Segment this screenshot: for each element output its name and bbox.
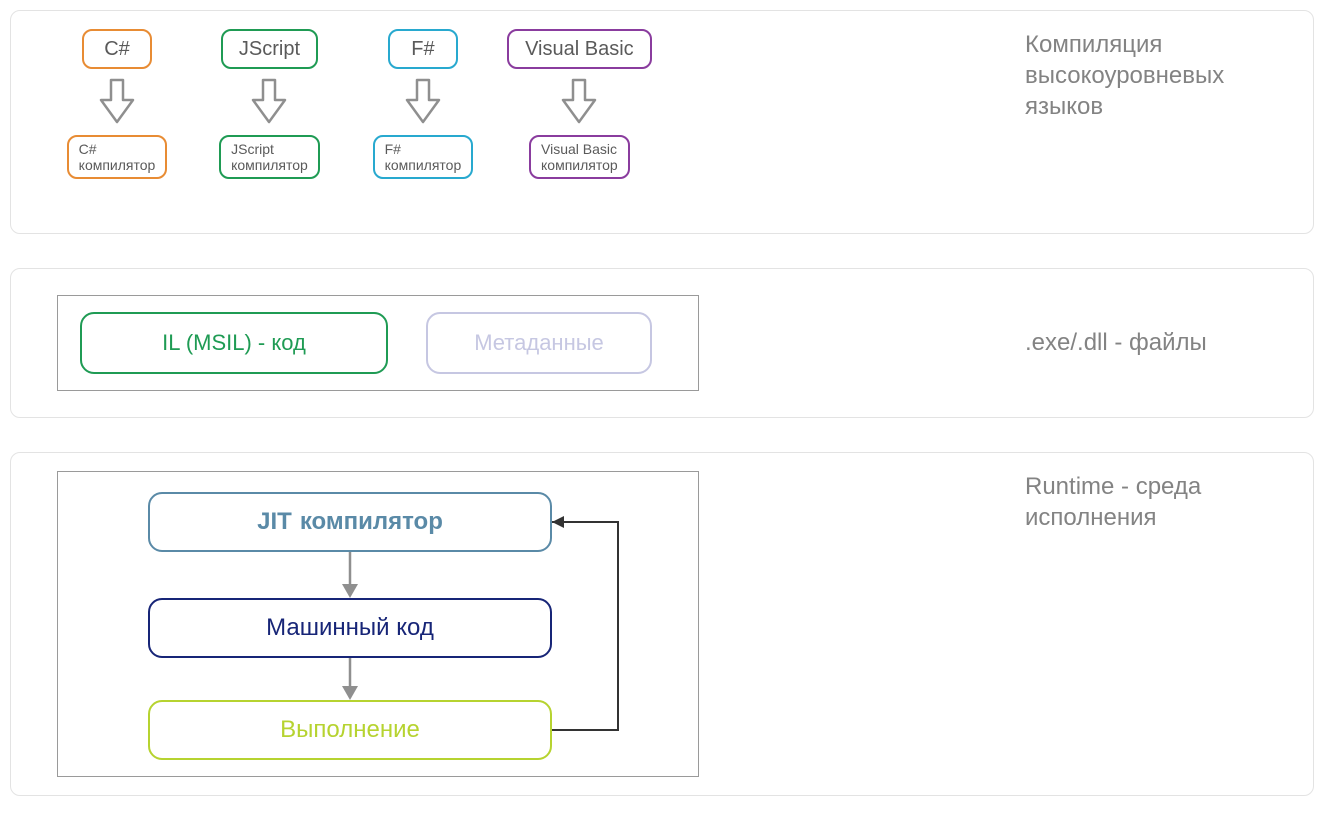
panel-files-content: IL (MSIL) - код Метаданные	[11, 277, 1013, 409]
file-frame: IL (MSIL) - код Метаданные	[57, 295, 699, 391]
lang-box-jscript: JScript	[221, 29, 318, 69]
panel-runtime-caption: Runtime - среда исполнения	[1013, 453, 1313, 533]
il-code-box: IL (MSIL) - код	[80, 312, 388, 374]
column-fsharp: F# F# компилятор	[358, 29, 488, 179]
compiler-box-jscript: JScript компилятор	[219, 135, 320, 179]
panel-runtime-content: JIT компилятор Машинный код Выполнение	[11, 453, 1013, 795]
arrow-down-icon	[53, 69, 181, 135]
column-jscript: JScript JScript компилятор	[185, 29, 353, 179]
panel-files-caption: .exe/.dll - файлы	[1013, 327, 1313, 358]
panel-files: IL (MSIL) - код Метаданные .exe/.dll - ф…	[10, 268, 1314, 418]
panel-compilation-caption: Компиляция высокоуровневых языков	[1013, 11, 1313, 123]
column-vb: Visual Basic Visual Basic компилятор	[492, 29, 666, 179]
metadata-box: Метаданные	[426, 312, 652, 374]
lang-box-csharp: C#	[82, 29, 152, 69]
column-csharp: C# C# компилятор	[53, 29, 181, 179]
arrow-down-icon	[185, 69, 353, 135]
feedback-arrow-icon	[58, 472, 700, 778]
runtime-frame: JIT компилятор Машинный код Выполнение	[57, 471, 699, 777]
compiler-box-fsharp: F# компилятор	[373, 135, 474, 179]
arrow-down-icon	[492, 69, 666, 135]
lang-box-vb: Visual Basic	[507, 29, 652, 69]
compiler-box-csharp: C# компилятор	[67, 135, 168, 179]
compiler-box-vb: Visual Basic компилятор	[529, 135, 630, 179]
arrow-down-icon	[358, 69, 488, 135]
panel-compilation: C# C# компилятор JScript JScript компиля…	[10, 10, 1314, 234]
lang-box-fsharp: F#	[388, 29, 458, 69]
panel-compilation-content: C# C# компилятор JScript JScript компиля…	[11, 11, 1013, 179]
panel-runtime: JIT компилятор Машинный код Выполнение R…	[10, 452, 1314, 796]
